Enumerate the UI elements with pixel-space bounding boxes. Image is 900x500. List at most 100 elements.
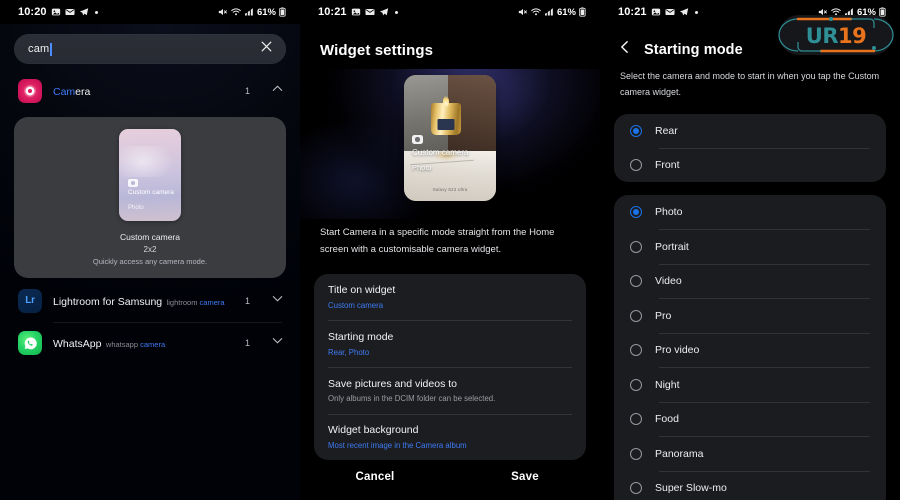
- option-label: Front: [655, 159, 680, 171]
- radio-option-panorama[interactable]: Panorama: [614, 437, 886, 471]
- candle-label: [437, 119, 455, 131]
- setting-value: Most recent image in the Camera album: [328, 440, 467, 450]
- app-name: WhatsApp: [53, 338, 102, 351]
- radio-icon[interactable]: [630, 413, 642, 425]
- battery-percent: 61%: [556, 6, 576, 18]
- panel-starting-mode: 10:21 61% Starting mode Select the camer…: [600, 0, 900, 500]
- radio-icon[interactable]: [630, 482, 642, 494]
- logo-text-orange: 19: [838, 24, 866, 48]
- wifi-icon: [231, 8, 241, 16]
- radio-icon[interactable]: [630, 344, 642, 356]
- preview-mode: Photo: [412, 163, 432, 172]
- app-name: Lightroom for Samsung: [53, 295, 163, 308]
- chevron-down-icon[interactable]: [271, 334, 284, 352]
- telegram-icon: [679, 8, 688, 16]
- cancel-button[interactable]: Cancel: [300, 454, 450, 500]
- radio-icon[interactable]: [630, 447, 642, 460]
- option-label: Portrait: [655, 240, 689, 253]
- list-item[interactable]: Lr Lightroom for Samsung lightroom camer…: [0, 280, 300, 322]
- setting-label: Save pictures and videos to: [328, 377, 457, 390]
- radio-option-food[interactable]: Food: [614, 402, 886, 436]
- page-title: Widget settings: [320, 42, 434, 59]
- radio-option-rear[interactable]: Rear: [614, 114, 886, 148]
- list-item[interactable]: WhatsApp whatsapp camera 1: [0, 322, 300, 364]
- widget-preview-card[interactable]: Custom camera Photo Custom camera 2x2 Qu…: [14, 117, 286, 278]
- wifi-icon: [531, 8, 541, 16]
- radio-option-pro-video[interactable]: Pro video: [614, 333, 886, 367]
- option-label: Video: [655, 275, 682, 287]
- search-value: cam: [28, 43, 50, 55]
- option-label: Food: [655, 413, 679, 425]
- app-results-list: Camera 1 Custom camera Photo Custom came…: [0, 70, 300, 364]
- setting-title-on-widget[interactable]: Title on widget Custom camera: [314, 274, 586, 320]
- status-time: 10:20: [18, 6, 47, 18]
- camera-icon: [412, 135, 423, 144]
- option-label: Photo: [655, 206, 683, 218]
- radio-option-portrait[interactable]: Portrait: [614, 230, 886, 264]
- battery-icon: [279, 7, 286, 17]
- page-description: Start Camera in a specific mode straight…: [320, 227, 555, 255]
- gold-candle: [431, 95, 462, 135]
- app-widget-count: 1: [244, 86, 250, 96]
- page-title: Starting mode: [644, 41, 743, 58]
- search-area: cam: [0, 24, 300, 70]
- back-icon[interactable]: [618, 40, 632, 59]
- text-caret: [50, 42, 52, 56]
- option-label: Panorama: [655, 447, 704, 460]
- setting-label: Title on widget: [328, 284, 396, 297]
- option-label: Pro: [655, 309, 672, 322]
- radio-icon[interactable]: [630, 124, 642, 137]
- save-button[interactable]: Save: [450, 454, 600, 500]
- search-input[interactable]: cam: [14, 34, 286, 64]
- radio-option-super-slow-mo[interactable]: Super Slow-mo: [614, 471, 886, 500]
- radio-icon[interactable]: [630, 378, 642, 391]
- widget-description: Quickly access any camera mode.: [92, 256, 208, 266]
- radio-option-video[interactable]: Video: [614, 264, 886, 298]
- app-widget-count: 1: [244, 295, 250, 306]
- close-icon[interactable]: [259, 39, 274, 59]
- status-bar: 10:21 61%: [300, 0, 600, 24]
- screenshot-root: 10:20 61% cam Camera 1 Custom camera Pho…: [0, 0, 900, 500]
- setting-save-location[interactable]: Save pictures and videos to Only albums …: [314, 368, 586, 414]
- radio-icon[interactable]: [630, 309, 642, 322]
- signal-icon: [544, 8, 553, 16]
- whatsapp-app-icon: [18, 331, 42, 356]
- option-label: Rear: [655, 124, 678, 137]
- messages-icon: [65, 9, 75, 15]
- gallery-icon: [51, 8, 60, 16]
- radio-option-pro[interactable]: Pro: [614, 299, 886, 333]
- chevron-down-icon[interactable]: [271, 292, 284, 310]
- widget-thumbnail: Custom camera Photo: [119, 129, 181, 221]
- settings-list: Title on widget Custom camera Starting m…: [314, 274, 586, 461]
- setting-label: Widget background: [328, 424, 419, 437]
- setting-label: Starting mode: [328, 330, 394, 343]
- radio-icon[interactable]: [630, 240, 642, 253]
- radio-icon[interactable]: [630, 275, 642, 287]
- list-item[interactable]: Camera 1: [0, 70, 300, 112]
- setting-value: Only albums in the DCIM folder can be se…: [328, 394, 496, 404]
- dot-icon: [694, 10, 698, 14]
- setting-starting-mode[interactable]: Starting mode Rear, Photo: [314, 321, 586, 367]
- camera-icon: [128, 179, 138, 187]
- radio-icon[interactable]: [630, 159, 642, 171]
- mute-icon: [518, 8, 527, 16]
- app-subtitle: whatsapp camera: [105, 340, 166, 350]
- photo-watermark: Galaxy S23 Ultra: [432, 187, 468, 192]
- status-bar: 10:20 61%: [0, 0, 300, 24]
- battery-percent: 61%: [256, 6, 276, 18]
- lightroom-app-icon: Lr: [18, 288, 42, 313]
- chevron-up-icon[interactable]: [271, 82, 284, 100]
- radio-icon[interactable]: [630, 206, 642, 218]
- page-description: Select the camera and mode to start in w…: [620, 71, 880, 97]
- radio-option-photo[interactable]: Photo: [614, 195, 886, 229]
- widget-title: Custom camera: [120, 232, 180, 242]
- radio-option-night[interactable]: Night: [614, 368, 886, 402]
- logo-text-teal: UR: [806, 24, 839, 48]
- app-subtitle: lightroom camera: [166, 297, 225, 307]
- radio-option-front[interactable]: Front: [614, 148, 886, 182]
- panel-widget-picker: 10:20 61% cam Camera 1 Custom camera Pho…: [0, 0, 300, 500]
- status-time: 10:21: [618, 6, 647, 18]
- status-time: 10:21: [318, 6, 347, 18]
- camera-app-icon: [18, 79, 42, 103]
- mute-icon: [218, 8, 227, 16]
